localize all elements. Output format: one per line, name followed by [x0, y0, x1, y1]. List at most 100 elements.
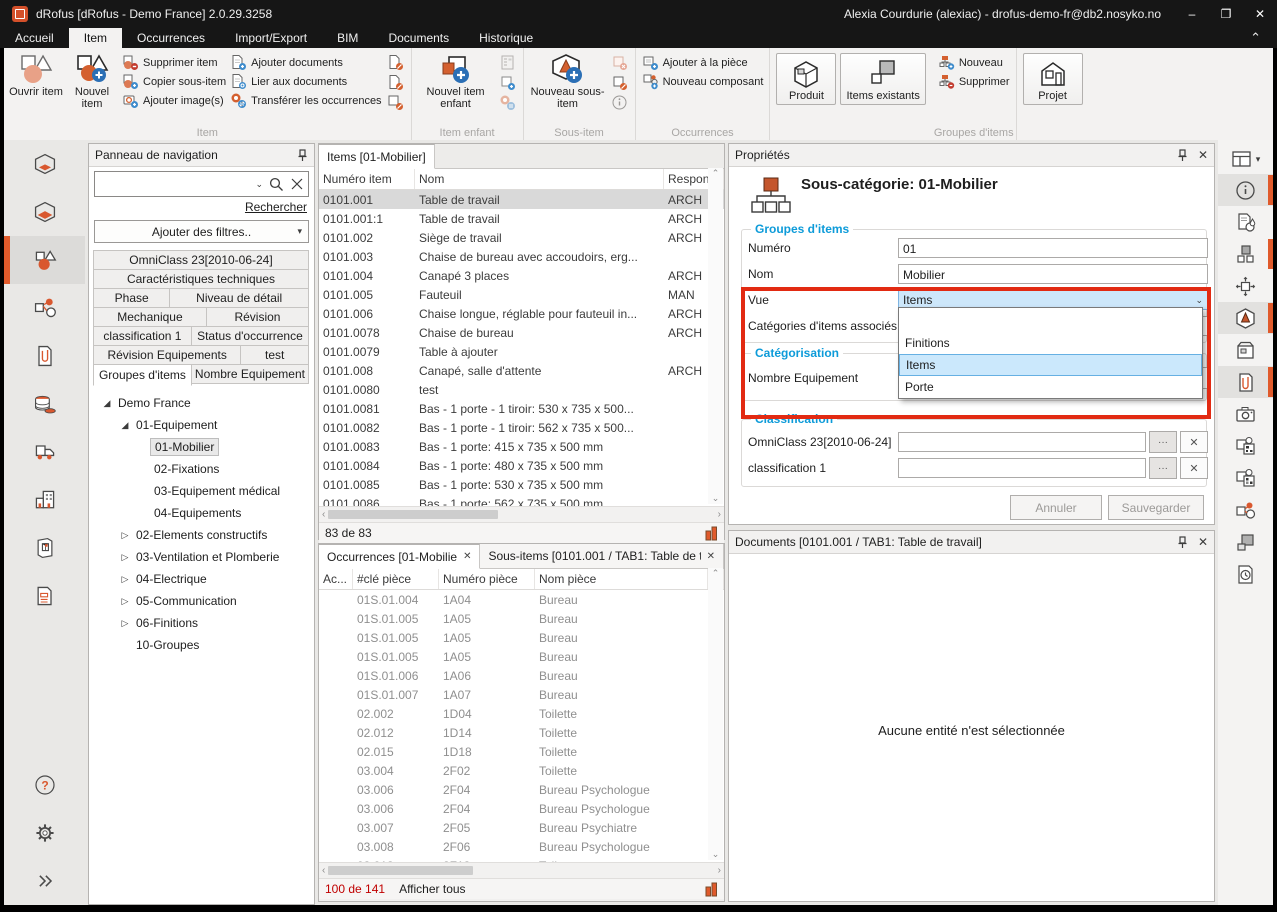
tree-node[interactable]: ◢01-Equipement	[96, 414, 309, 436]
tree-node[interactable]: 03-Equipement médical	[96, 480, 309, 502]
table-row[interactable]: 03.0062F04Bureau Psychologue	[319, 780, 724, 799]
table-row[interactable]: 01S.01.0041A04Bureau	[319, 590, 724, 609]
filter-tab-caracteristiques[interactable]: Caractéristiques techniques	[93, 269, 309, 289]
ajouter-images-button[interactable]: Ajouter image(s)	[122, 91, 226, 110]
groupe-nouveau-button[interactable]: Nouveau	[938, 53, 1010, 72]
items-hscroll-thumb[interactable]	[328, 510, 498, 519]
subitem-delete-icon[interactable]	[611, 54, 628, 71]
table-row[interactable]: 03.0042F02Toilette	[319, 761, 724, 780]
filter-tab-niveau-detail[interactable]: Niveau de détail	[169, 288, 309, 308]
tab-bim[interactable]: BIM	[322, 28, 373, 48]
occurrences-tab[interactable]: Occurrences [01-Mobilie ✕	[319, 544, 480, 569]
items-vertical-scrollbar[interactable]: ⌃⌄	[708, 168, 723, 504]
supprimer-item-button[interactable]: Supprimer item	[122, 53, 226, 72]
module-reports-icon[interactable]	[4, 572, 85, 620]
tree-node[interactable]: 10-Groupes	[96, 634, 309, 656]
tool-sub-items-icon[interactable]	[1218, 238, 1273, 270]
ajouter-documents-button[interactable]: Ajouter documents	[230, 53, 381, 72]
tool-item-view-icon[interactable]	[1218, 302, 1273, 334]
tool-log-icon[interactable]	[1218, 558, 1273, 590]
pin-icon[interactable]	[1177, 149, 1188, 162]
table-row[interactable]: 01S.01.0051A05Bureau	[319, 647, 724, 666]
nouveau-sous-item-button[interactable]: Nouveau sous-item	[528, 51, 608, 112]
module-logistics-icon[interactable]	[4, 428, 85, 476]
tree-expander-icon[interactable]: ▷	[118, 574, 132, 585]
tool-components-icon[interactable]	[1218, 494, 1273, 526]
transferer-occurrences-button[interactable]: Transférer les occurrences	[230, 91, 381, 110]
dropdown-option-porte[interactable]: Porte	[899, 376, 1202, 398]
table-row[interactable]: 01S.01.0051A05Bureau	[319, 628, 724, 647]
items-horizontal-scrollbar[interactable]: ‹ ›	[319, 506, 724, 522]
filter-tab-mechanique[interactable]: Mechanique	[93, 307, 207, 327]
occurrences-vertical-scrollbar[interactable]: ⌃⌄	[708, 568, 723, 860]
table-row[interactable]: 02.0151D18Toilette	[319, 742, 724, 761]
table-row[interactable]: 0101.0085Bas - 1 porte: 530 x 735 x 500 …	[319, 475, 724, 494]
tree-expander-icon[interactable]: ▷	[118, 596, 132, 607]
pin-icon[interactable]	[1177, 536, 1188, 549]
module-project-icon[interactable]	[4, 140, 85, 188]
tree-node[interactable]: 02-Fixations	[96, 458, 309, 480]
nouvel-item-button[interactable]: Nouvel item	[64, 51, 120, 112]
table-row[interactable]: 02.0021D04Toilette	[319, 704, 724, 723]
tool-classification-icon[interactable]	[1218, 430, 1273, 462]
tab-occurrences[interactable]: Occurrences	[122, 28, 220, 48]
properties-close-icon[interactable]: ✕	[1198, 148, 1208, 162]
sous-items-tab-close-icon[interactable]: ✕	[707, 551, 715, 562]
subitem-edit-icon[interactable]	[611, 74, 628, 91]
module-buildings-icon[interactable]	[4, 476, 85, 524]
filter-tab-phase[interactable]: Phase	[93, 288, 170, 308]
pin-icon[interactable]	[297, 149, 308, 162]
search-icon[interactable]	[269, 177, 284, 192]
afficher-tous-link[interactable]: Afficher tous	[399, 882, 465, 896]
layout-selector[interactable]: ▾	[1231, 144, 1261, 174]
module-items-icon[interactable]	[4, 236, 85, 284]
dropdown-option-blank[interactable]	[899, 308, 1202, 332]
table-row[interactable]: 0101.0080test	[319, 380, 724, 399]
table-row[interactable]: 01S.01.0061A06Bureau	[319, 666, 724, 685]
tree-node[interactable]: ▷02-Elements constructifs	[96, 524, 309, 546]
omniclass-input[interactable]	[898, 432, 1146, 452]
tree-node[interactable]: ▷03-Ventilation et Plomberie	[96, 546, 309, 568]
module-attachments-icon[interactable]	[4, 332, 85, 380]
filter-tab-groupes-items[interactable]: Groupes d'items	[93, 364, 192, 386]
item-tool-1-icon[interactable]	[387, 54, 404, 71]
settings-gear-icon[interactable]	[4, 809, 85, 857]
filter-tab-revision[interactable]: Révision	[206, 307, 309, 327]
lier-documents-button[interactable]: Lier aux documents	[230, 72, 381, 91]
tree-expander-icon[interactable]: ◢	[100, 398, 114, 409]
sous-items-tab[interactable]: Sous-items [0101.001 / TAB1: Table de tr…	[480, 544, 724, 568]
produit-button[interactable]: Produit	[776, 53, 836, 105]
table-row[interactable]: 03.0062F04Bureau Psychologue	[319, 799, 724, 818]
filter-tab-status-occurrence[interactable]: Status d'occurrence	[191, 326, 309, 346]
table-row[interactable]: 0101.001:1Table de travailARCH	[319, 209, 724, 228]
nouveau-composant-button[interactable]: Nouveau composant	[642, 72, 764, 91]
classification1-input[interactable]	[898, 458, 1146, 478]
table-row[interactable]: 0101.004Canapé 3 placesARCH	[319, 266, 724, 285]
module-catalog-icon[interactable]	[4, 524, 85, 572]
tree-node[interactable]: 01-Mobilier	[96, 436, 309, 458]
tree-node[interactable]: ▷04-Electrique	[96, 568, 309, 590]
items-tab[interactable]: Items [01-Mobilier]	[319, 144, 435, 169]
item-tool-2-icon[interactable]	[387, 74, 404, 91]
nom-input[interactable]: Mobilier	[898, 264, 1208, 284]
child-list-icon[interactable]	[499, 54, 516, 71]
table-row[interactable]: 0101.002Siège de travailARCH	[319, 228, 724, 247]
collapse-ribbon-icon[interactable]: ⌃	[1234, 28, 1277, 48]
table-row[interactable]: 0101.0081Bas - 1 porte - 1 tiroir: 530 x…	[319, 399, 724, 418]
table-row[interactable]: 0101.0086Bas - 1 porte: 562 x 735 x 500 …	[319, 494, 724, 506]
occurrences-column-chooser-icon[interactable]	[705, 882, 718, 897]
col-actions[interactable]: Ac...	[319, 569, 353, 589]
tree-expander-icon[interactable]: ▷	[118, 618, 132, 629]
tree-expander-icon[interactable]: ▷	[118, 530, 132, 541]
table-row[interactable]: 01S.01.0051A05Bureau	[319, 609, 724, 628]
filter-tab-omniclass[interactable]: OmniClass 23[2010-06-24]	[93, 250, 309, 270]
table-row[interactable]: 03.0132F13Toilette	[319, 856, 724, 862]
tab-item[interactable]: Item	[69, 28, 122, 48]
table-row[interactable]: 0101.0082Bas - 1 porte - 1 tiroir: 562 x…	[319, 418, 724, 437]
table-row[interactable]: 03.0072F05Bureau Psychiatre	[319, 818, 724, 837]
nav-search-input[interactable]: ⌄	[94, 171, 309, 197]
rechercher-link[interactable]: Rechercher	[94, 200, 307, 214]
copier-sous-item-button[interactable]: Copier sous-item	[122, 72, 226, 91]
filter-tab-revision-equipements[interactable]: Révision Equipements	[93, 345, 241, 365]
tree-node[interactable]: ▷06-Finitions	[96, 612, 309, 634]
